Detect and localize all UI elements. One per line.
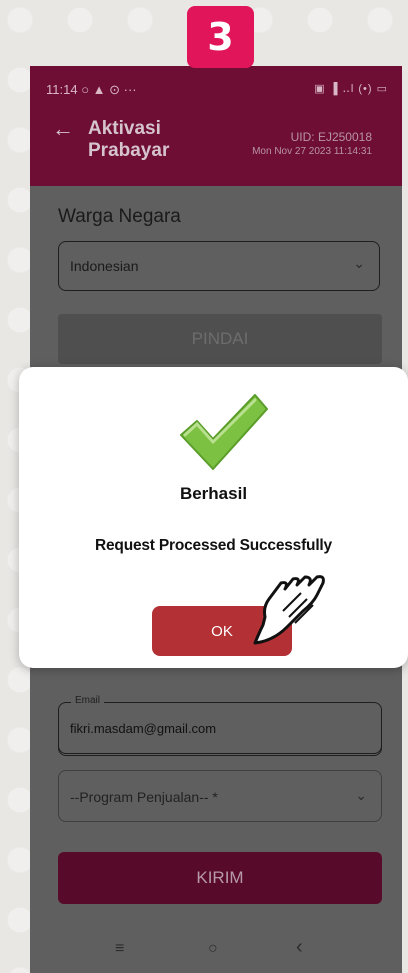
app-bar: ← Aktivasi Prabayar UID: EJ250018 Mon No… [30, 106, 402, 186]
dialog-message: Request Processed Successfully [95, 537, 332, 554]
back-arrow-icon[interactable]: ← [52, 116, 74, 142]
status-system-icons: ▣ ▐ ‥l (•) ▭ [314, 83, 388, 95]
warga-negara-value: Indonesian [70, 258, 139, 274]
step-badge: 3 [187, 6, 254, 68]
status-bar: 11:14 ○ ▲ ⊙ ··· ▣ ▐ ‥l (•) ▭ [30, 66, 402, 106]
timestamp-label: Mon Nov 27 2023 11:14:31 [252, 146, 372, 157]
dialog-title: Berhasil [179, 484, 248, 503]
pindai-button[interactable]: PINDAI [58, 314, 382, 364]
system-nav-bar: ≡ ○ ‹ [30, 934, 402, 973]
email-label: Email [71, 695, 105, 706]
program-penjualan-value: --Program Penjualan-- * [70, 789, 218, 805]
pointing-hand-icon [253, 575, 325, 645]
home-icon[interactable]: ○ [208, 940, 218, 958]
kirim-button[interactable]: KIRIM [58, 852, 382, 904]
warga-negara-select[interactable]: Indonesian ⌄ [58, 241, 380, 291]
recent-apps-icon[interactable]: ≡ [115, 940, 124, 958]
warga-negara-label: Warga Negara [58, 206, 181, 227]
success-dialog: Berhasil Request Processed Successfully … [19, 367, 408, 668]
program-penjualan-select[interactable]: --Program Penjualan-- * ⌄ [58, 770, 382, 822]
status-left-icons: ○ ▲ ⊙ ··· [81, 82, 137, 97]
checkmark-icon [180, 394, 268, 470]
nav-back-icon[interactable]: ‹ [296, 936, 303, 959]
email-value: fikri.masdam@gmail.com [70, 721, 217, 736]
status-time: 11:14 ○ ▲ ⊙ ··· [46, 82, 137, 98]
status-time-text: 11:14 [46, 82, 78, 97]
chevron-down-icon: ⌄ [353, 255, 365, 271]
page-title: Aktivasi Prabayar [88, 118, 170, 161]
email-field[interactable]: Email fikri.masdam@gmail.com [58, 695, 382, 754]
chevron-down-icon: ⌄ [355, 787, 367, 803]
uid-label: UID: EJ250018 [290, 130, 372, 144]
